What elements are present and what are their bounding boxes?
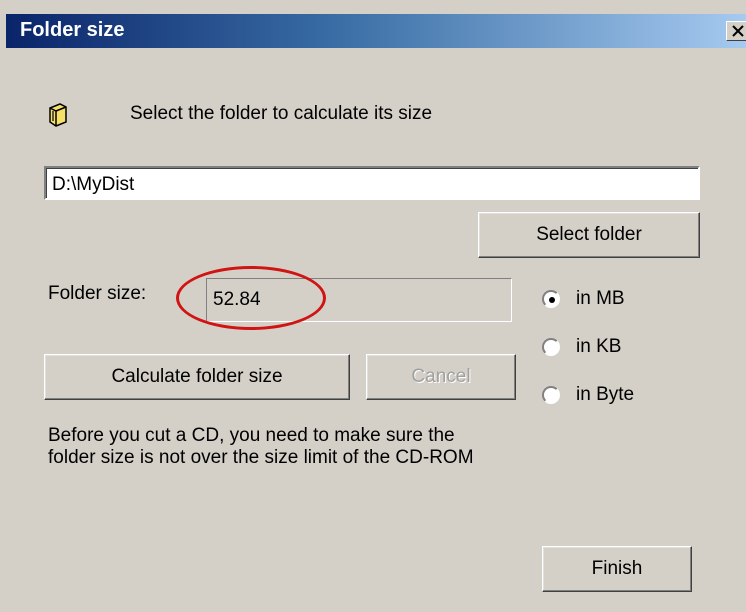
close-icon <box>732 25 744 37</box>
select-folder-label: Select folder <box>536 224 642 245</box>
folder-size-label: Folder size: <box>48 283 147 304</box>
folder-size-dialog: Folder size Select the folder to calcula… <box>0 0 746 612</box>
radio-circle-mb <box>542 290 560 308</box>
calculate-folder-size-button[interactable]: Calculate folder size <box>44 354 350 400</box>
folder-path-value: D:\MyDist <box>52 174 135 195</box>
folder-path-input[interactable]: D:\MyDist <box>44 166 700 200</box>
select-folder-button[interactable]: Select folder <box>478 212 700 258</box>
unit-mb-label: in MB <box>576 288 625 309</box>
finish-label: Finish <box>591 558 643 579</box>
radio-circle-byte <box>542 386 560 404</box>
radio-selected-dot <box>549 297 555 303</box>
close-button[interactable] <box>726 21 746 41</box>
window-title: Folder size <box>20 19 125 41</box>
finish-button[interactable]: Finish <box>542 546 692 592</box>
instruction-text: Select the folder to calculate its size <box>130 103 433 124</box>
unit-kb-label: in KB <box>576 336 622 357</box>
cd-size-note: Before you cut a CD, you need to make su… <box>48 425 474 468</box>
calculate-label: Calculate folder size <box>111 366 283 387</box>
highlight-circle <box>176 266 326 330</box>
unit-byte-label: in Byte <box>576 384 635 405</box>
folder-icon <box>49 103 67 127</box>
cancel-label: Cancel <box>411 366 471 387</box>
radio-circle-kb <box>542 338 560 356</box>
title-bar[interactable]: Folder size <box>6 14 746 48</box>
cancel-button[interactable]: Cancel <box>366 354 516 400</box>
